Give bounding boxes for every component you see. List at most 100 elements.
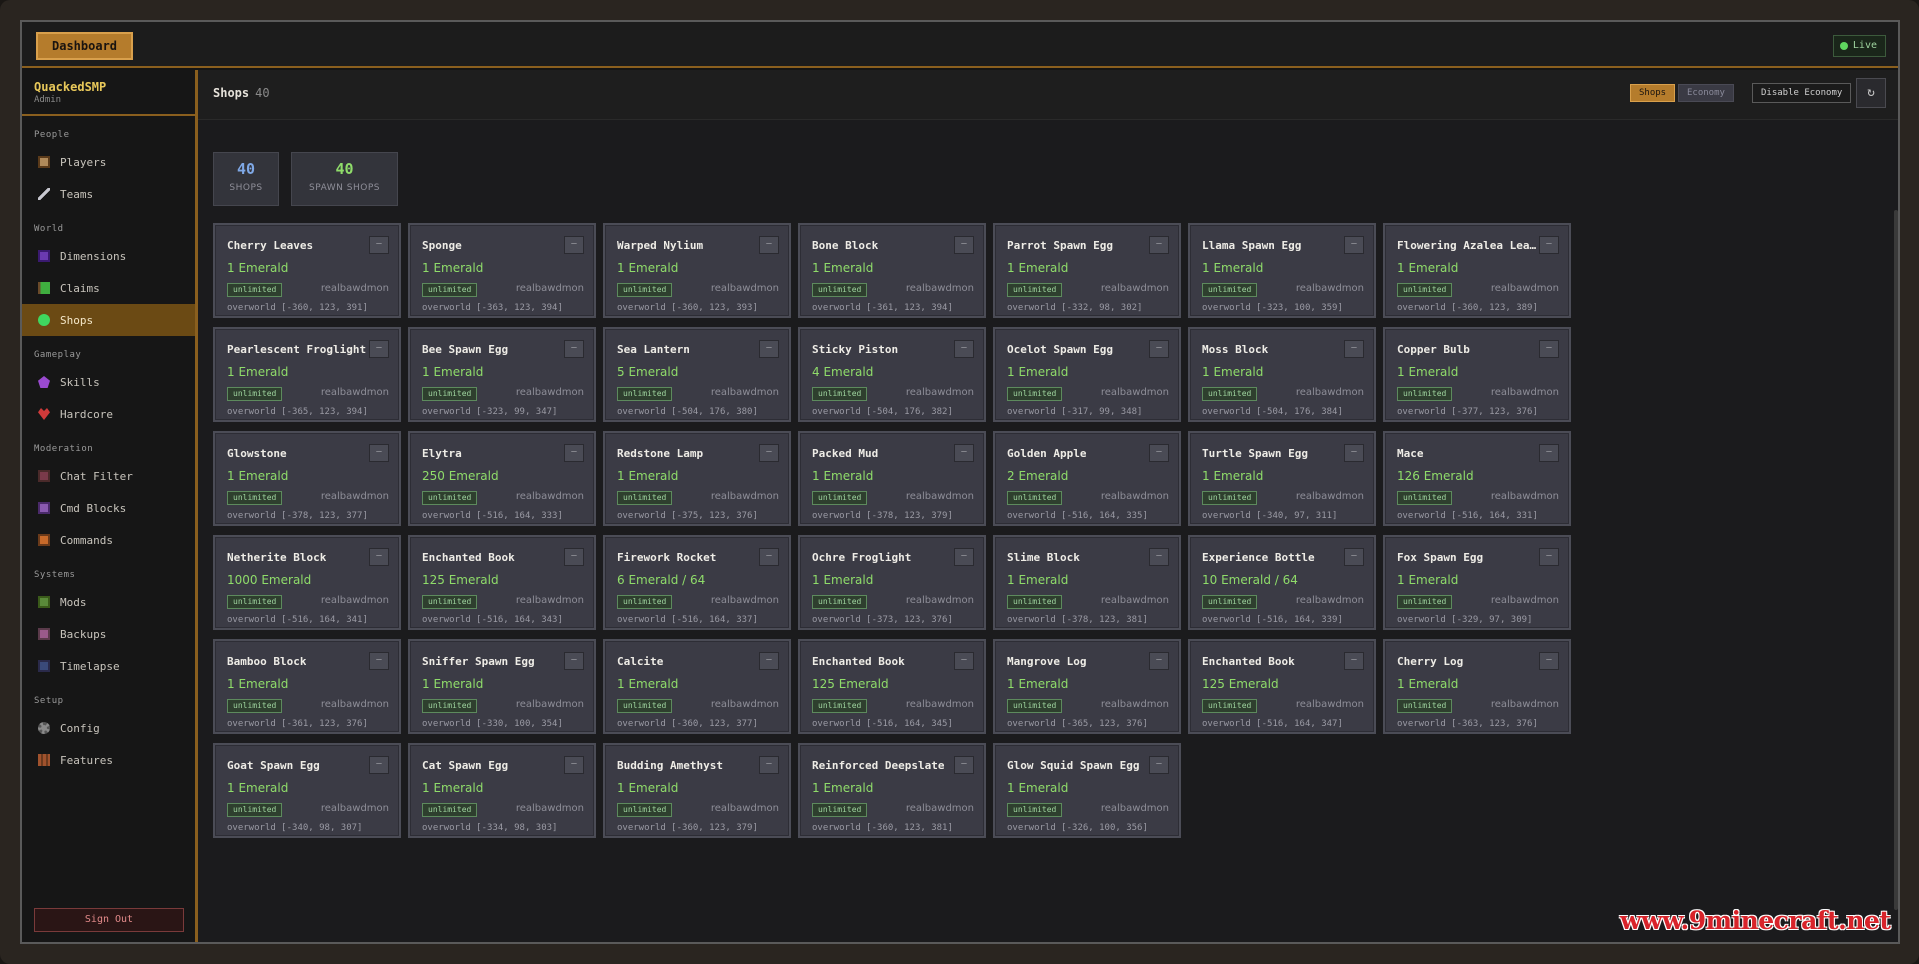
sidebar-item-cmd-blocks[interactable]: Cmd Blocks — [22, 492, 195, 524]
dashboard-button[interactable]: Dashboard — [36, 32, 134, 60]
remove-shop-button[interactable]: – — [369, 756, 389, 774]
shop-card[interactable]: Enchanted Book – 125 Emerald unlimited realb… — [408, 535, 596, 630]
remove-shop-button[interactable]: – — [564, 756, 584, 774]
shop-card[interactable]: Slime Block – 1 Emerald unlimited realbawdmo… — [993, 535, 1181, 630]
shop-card[interactable]: Bee Spawn Egg – 1 Emerald unlimited realbawd… — [408, 327, 596, 422]
remove-shop-button[interactable]: – — [1539, 548, 1559, 566]
shop-card[interactable]: Sniffer Spawn Egg – 1 Emerald unlimited real… — [408, 639, 596, 734]
shop-card[interactable]: Mangrove Log – 1 Emerald unlimited realbawdm… — [993, 639, 1181, 734]
remove-shop-button[interactable]: – — [954, 756, 974, 774]
remove-shop-button[interactable]: – — [1149, 652, 1169, 670]
sidebar-item-features[interactable]: Features — [22, 744, 195, 776]
remove-shop-button[interactable]: – — [564, 340, 584, 358]
remove-shop-button[interactable]: – — [1149, 756, 1169, 774]
remove-shop-button[interactable]: – — [564, 236, 584, 254]
shop-card[interactable]: Bamboo Block – 1 Emerald unlimited realbawdm… — [213, 639, 401, 734]
remove-shop-button[interactable]: – — [369, 444, 389, 462]
remove-shop-button[interactable]: – — [759, 236, 779, 254]
remove-shop-button[interactable]: – — [1539, 340, 1559, 358]
shop-card[interactable]: Cherry Leaves – 1 Emerald unlimited realbawd… — [213, 223, 401, 318]
remove-shop-button[interactable]: – — [369, 236, 389, 254]
tab-economy[interactable]: Economy — [1678, 84, 1734, 102]
tab-shops[interactable]: Shops — [1630, 84, 1676, 102]
shop-card[interactable]: Pearlescent Froglight – 1 Emerald unlimited… — [213, 327, 401, 422]
remove-shop-button[interactable]: – — [1539, 652, 1559, 670]
remove-shop-button[interactable]: – — [1149, 444, 1169, 462]
shop-card[interactable]: Copper Bulb – 1 Emerald unlimited realbawdmo… — [1383, 327, 1571, 422]
sidebar-item-hardcore[interactable]: Hardcore — [22, 398, 195, 430]
shop-card[interactable]: Mace – 126 Emerald unlimited realbawdmon over… — [1383, 431, 1571, 526]
remove-shop-button[interactable]: – — [759, 340, 779, 358]
remove-shop-button[interactable]: – — [954, 444, 974, 462]
remove-shop-button[interactable]: – — [1344, 340, 1364, 358]
remove-shop-button[interactable]: – — [759, 652, 779, 670]
remove-shop-button[interactable]: – — [369, 652, 389, 670]
shop-card[interactable]: Glowstone – 1 Emerald unlimited realbawdmon o… — [213, 431, 401, 526]
remove-shop-button[interactable]: – — [1149, 340, 1169, 358]
remove-shop-button[interactable]: – — [564, 652, 584, 670]
remove-shop-button[interactable]: – — [1344, 444, 1364, 462]
shop-card[interactable]: Cat Spawn Egg – 1 Emerald unlimited realbawd… — [408, 743, 596, 838]
scrollbar[interactable] — [1894, 210, 1898, 910]
sidebar-item-claims[interactable]: Claims — [22, 272, 195, 304]
sidebar-item-skills[interactable]: Skills — [22, 366, 195, 398]
sidebar-item-dimensions[interactable]: Dimensions — [22, 240, 195, 272]
sidebar-item-chat-filter[interactable]: Chat Filter — [22, 460, 195, 492]
sidebar-item-teams[interactable]: Teams — [22, 178, 195, 210]
shop-card[interactable]: Goat Spawn Egg – 1 Emerald unlimited realbaw… — [213, 743, 401, 838]
remove-shop-button[interactable]: – — [954, 236, 974, 254]
sidebar-item-shops[interactable]: Shops — [22, 304, 195, 336]
remove-shop-button[interactable]: – — [1344, 548, 1364, 566]
sidebar-item-config[interactable]: Config — [22, 712, 195, 744]
shop-card[interactable]: Sponge – 1 Emerald unlimited realbawdmon over… — [408, 223, 596, 318]
shop-card[interactable]: Turtle Spawn Egg – 1 Emerald unlimited realb… — [1188, 431, 1376, 526]
shop-card[interactable]: Calcite – 1 Emerald unlimited realbawdmon ove… — [603, 639, 791, 734]
disable-economy-button[interactable]: Disable Economy — [1752, 83, 1852, 103]
shop-card[interactable]: Budding Amethyst – 1 Emerald unlimited realb… — [603, 743, 791, 838]
remove-shop-button[interactable]: – — [954, 340, 974, 358]
shop-card[interactable]: Enchanted Book – 125 Emerald unlimited realb… — [798, 639, 986, 734]
remove-shop-button[interactable]: – — [759, 444, 779, 462]
sidebar-item-timelapse[interactable]: Timelapse — [22, 650, 195, 682]
shop-card[interactable]: Packed Mud – 1 Emerald unlimited realbawdmon… — [798, 431, 986, 526]
shop-card[interactable]: Bone Block – 1 Emerald unlimited realbawdmon… — [798, 223, 986, 318]
remove-shop-button[interactable]: – — [369, 340, 389, 358]
shop-card[interactable]: Parrot Spawn Egg – 1 Emerald unlimited realb… — [993, 223, 1181, 318]
shop-card[interactable]: Glow Squid Spawn Egg – 1 Emerald unlimited r… — [993, 743, 1181, 838]
remove-shop-button[interactable]: – — [1539, 444, 1559, 462]
shop-card[interactable]: Sea Lantern – 5 Emerald unlimited realbawdmo… — [603, 327, 791, 422]
remove-shop-button[interactable]: – — [759, 756, 779, 774]
sidebar-item-mods[interactable]: Mods — [22, 586, 195, 618]
sign-out-button[interactable]: Sign Out — [34, 908, 184, 932]
remove-shop-button[interactable]: – — [1149, 236, 1169, 254]
shop-card[interactable]: Llama Spawn Egg – 1 Emerald unlimited realba… — [1188, 223, 1376, 318]
remove-shop-button[interactable]: – — [954, 652, 974, 670]
remove-shop-button[interactable]: – — [954, 548, 974, 566]
remove-shop-button[interactable]: – — [1344, 652, 1364, 670]
remove-shop-button[interactable]: – — [1149, 548, 1169, 566]
sidebar-item-backups[interactable]: Backups — [22, 618, 195, 650]
sidebar-item-commands[interactable]: Commands — [22, 524, 195, 556]
shop-card[interactable]: Firework Rocket – 6 Emerald / 64 unlimited r… — [603, 535, 791, 630]
shop-card[interactable]: Elytra – 250 Emerald unlimited realbawdmon ov… — [408, 431, 596, 526]
shop-card[interactable]: Cherry Log – 1 Emerald unlimited realbawdmon… — [1383, 639, 1571, 734]
remove-shop-button[interactable]: – — [1539, 236, 1559, 254]
shop-card[interactable]: Golden Apple – 2 Emerald unlimited realbawdm… — [993, 431, 1181, 526]
refresh-button[interactable]: ↻ — [1856, 78, 1886, 108]
shop-card[interactable]: Netherite Block – 1000 Emerald unlimited rea… — [213, 535, 401, 630]
shop-card[interactable]: Moss Block – 1 Emerald unlimited realbawdmon… — [1188, 327, 1376, 422]
shop-card[interactable]: Enchanted Book – 125 Emerald unlimited realb… — [1188, 639, 1376, 734]
shop-card[interactable]: Experience Bottle – 10 Emerald / 64 unlimit… — [1188, 535, 1376, 630]
shop-card[interactable]: Sticky Piston – 4 Emerald unlimited realbawd… — [798, 327, 986, 422]
shop-card[interactable]: Warped Nylium – 1 Emerald unlimited realbawd… — [603, 223, 791, 318]
shop-card[interactable]: Redstone Lamp – 1 Emerald unlimited realbawd… — [603, 431, 791, 526]
remove-shop-button[interactable]: – — [564, 444, 584, 462]
remove-shop-button[interactable]: – — [759, 548, 779, 566]
remove-shop-button[interactable]: – — [369, 548, 389, 566]
remove-shop-button[interactable]: – — [564, 548, 584, 566]
shop-card[interactable]: Fox Spawn Egg – 1 Emerald unlimited realbawd… — [1383, 535, 1571, 630]
remove-shop-button[interactable]: – — [1344, 236, 1364, 254]
shop-card[interactable]: Ochre Froglight – 1 Emerald unlimited realba… — [798, 535, 986, 630]
sidebar-item-players[interactable]: Players — [22, 146, 195, 178]
shop-card[interactable]: Flowering Azalea Lea… – 1 Emerald unlimited… — [1383, 223, 1571, 318]
